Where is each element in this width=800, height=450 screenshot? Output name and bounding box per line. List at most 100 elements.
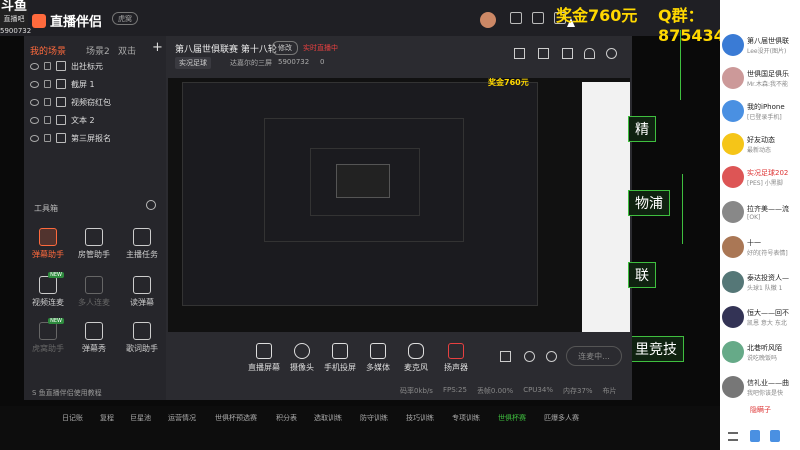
scene-item[interactable]: 文本 2 xyxy=(30,112,160,128)
screen-word-4: 里竞技 xyxy=(628,336,684,362)
list-item[interactable]: 好友动态 最新动态 xyxy=(722,129,800,159)
version-badge[interactable]: 虎窝 xyxy=(112,12,138,25)
toggle-icon[interactable] xyxy=(524,351,535,362)
bottom-contact[interactable]: 隐瞒子 xyxy=(750,405,771,415)
tool-anchor-task[interactable]: 主播任务 xyxy=(122,228,162,260)
qq-app-icon[interactable] xyxy=(770,430,780,442)
shop-icon[interactable] xyxy=(538,48,549,59)
avatar xyxy=(722,236,744,258)
sheet-tab[interactable]: 运营情况 xyxy=(168,411,196,424)
list-item[interactable]: 第八届世俱联 Lee没开(图片) xyxy=(722,30,800,60)
sheet-tab[interactable]: 选取训练 xyxy=(314,411,342,424)
tool-danmu-show[interactable]: 弹幕秀 xyxy=(74,322,114,354)
avatar xyxy=(722,341,744,363)
help-link[interactable]: S 鱼直播伴侣使用教程 xyxy=(32,388,102,398)
danmu-icon xyxy=(39,228,57,246)
eye-icon[interactable] xyxy=(30,62,39,70)
list-item[interactable]: 世俱国足俱乐 Mr.木森:我不能 xyxy=(722,63,800,93)
nested-chat-panel xyxy=(582,82,630,332)
tool-video-link[interactable]: NEW 视频连麦 xyxy=(28,272,68,308)
nested-prize: 奖金760元 xyxy=(488,78,529,87)
avatar xyxy=(722,166,744,188)
screen-word-1: 精 xyxy=(628,116,656,142)
avatar[interactable] xyxy=(480,12,496,28)
sheet-tab[interactable]: 积分表 xyxy=(276,411,297,424)
lock-icon[interactable] xyxy=(44,80,51,88)
eye-icon[interactable] xyxy=(30,80,39,88)
start-live-button[interactable]: 连麦中... xyxy=(566,346,622,366)
category-tag[interactable]: 实况足球 xyxy=(175,57,211,69)
list-item[interactable]: 北巷听风陌 说吃晚饭吗 xyxy=(722,337,800,367)
download-icon xyxy=(39,322,57,340)
speaker-button[interactable]: 扬声器 xyxy=(434,343,478,373)
list-item[interactable]: 泰达投资人— 头球1 队徽 1 xyxy=(722,267,800,297)
video-icon xyxy=(39,276,57,294)
camera-icon xyxy=(294,343,310,359)
lock-icon[interactable] xyxy=(44,116,51,124)
room-id: 5900732 xyxy=(278,58,310,66)
bell-icon[interactable] xyxy=(584,48,595,59)
tab-scene-2[interactable]: 场景2 xyxy=(86,44,110,57)
tool-read-danmu[interactable]: 读弹幕 xyxy=(122,276,162,308)
list-item[interactable]: 十一 好的[符号表情] xyxy=(722,232,800,262)
list-item[interactable]: 恒大——回不 凯恩 意大 东北 xyxy=(722,302,800,332)
share-icon[interactable] xyxy=(606,48,617,59)
scene-item[interactable]: 出社标元 xyxy=(30,58,160,74)
sheet-tab[interactable]: 巨星池 xyxy=(130,411,151,424)
lock-icon[interactable] xyxy=(44,98,51,106)
tool-room-manager[interactable]: 房管助手 xyxy=(74,228,114,260)
qq-menu-icon[interactable] xyxy=(728,432,738,441)
eye-icon[interactable] xyxy=(30,98,39,106)
list-item[interactable]: 信礼业——曲 我吧你该是快 xyxy=(722,372,800,402)
anchor-name: 达嘉尔的三屏 xyxy=(230,59,272,67)
chat-icon[interactable] xyxy=(510,12,522,24)
status-bar: 码率0kb/s FPS:25 丢帧0.00% CPU34% 内存37% 布片 xyxy=(400,386,617,395)
sheet-tab[interactable]: 复程 xyxy=(100,411,114,424)
sheet-tab[interactable]: 匹爆多人赛 xyxy=(544,411,579,424)
scene-item[interactable]: 视频窃红包 xyxy=(30,94,160,110)
list-item[interactable]: 拉齐美——流 [OK] xyxy=(722,197,800,227)
avatar xyxy=(722,201,744,223)
task-icon xyxy=(133,228,151,246)
stream-title: 第八届世俱联赛 第十八轮 xyxy=(175,45,277,55)
sheet-tab[interactable]: 防守训练 xyxy=(360,411,388,424)
qq-file-icon[interactable] xyxy=(750,430,760,442)
hot-count: 0 xyxy=(320,58,325,66)
scene-item[interactable]: 截屏 1 xyxy=(30,76,160,92)
source-icon xyxy=(56,61,66,71)
collapse-icon[interactable] xyxy=(146,200,156,210)
mic-icon xyxy=(408,343,424,359)
gift-icon[interactable] xyxy=(514,48,525,59)
read-icon xyxy=(133,276,151,294)
monitor-icon xyxy=(256,343,272,359)
sheet-tab[interactable]: 世俱杯预选赛 xyxy=(215,411,257,424)
tab-my-scenes[interactable]: 我的场景 xyxy=(30,44,66,57)
edit-button[interactable]: 修改 xyxy=(272,41,298,55)
app-logo-icon xyxy=(32,13,46,28)
tab-double-click[interactable]: 双击 xyxy=(118,44,136,57)
lyrics-icon xyxy=(133,322,151,340)
settings-icon[interactable] xyxy=(546,351,557,362)
eye-icon[interactable] xyxy=(30,134,39,142)
tool-huwo[interactable]: NEW 虎窝助手 xyxy=(28,318,68,354)
brand-logo: 斗鱼 直播吧 5900732 xyxy=(0,0,32,35)
multi-user-icon xyxy=(85,276,103,294)
sheet-tab-active[interactable]: 世俱杯赛 xyxy=(498,411,526,424)
lock-icon[interactable] xyxy=(44,134,51,142)
record-icon[interactable] xyxy=(500,351,511,362)
sheet-tab[interactable]: 专项训练 xyxy=(452,411,480,424)
window-icon[interactable] xyxy=(562,48,573,59)
lock-icon[interactable] xyxy=(44,62,51,70)
sheet-tab[interactable]: 技巧训练 xyxy=(406,411,434,424)
message-icon[interactable] xyxy=(532,12,544,24)
microphone-button[interactable]: 麦克风 xyxy=(394,343,438,373)
tool-lyrics[interactable]: 歌词助手 xyxy=(122,322,162,354)
add-scene-button[interactable]: + xyxy=(152,40,163,55)
tool-danmu-helper[interactable]: 弹幕助手 xyxy=(28,228,68,260)
eye-icon[interactable] xyxy=(30,116,39,124)
scene-item[interactable]: 第三屏报名 xyxy=(30,130,160,146)
list-item[interactable]: 我的iPhone [已登录手机] xyxy=(722,96,800,126)
sheet-tab[interactable]: 日记账 xyxy=(62,411,83,424)
tool-multi-link[interactable]: 多人连麦 xyxy=(74,276,114,308)
list-item[interactable]: 实况足球202 [PES] 小黑脚 xyxy=(722,162,800,192)
